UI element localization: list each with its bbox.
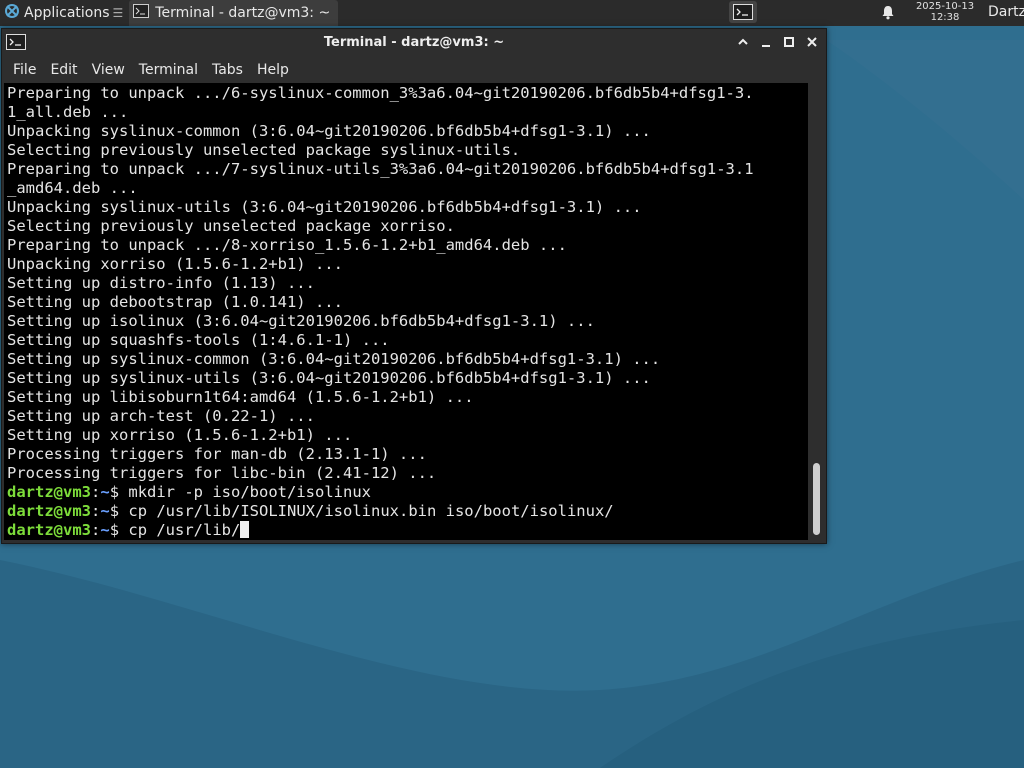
applications-menu-button[interactable]: Applications ☰ [0,0,127,26]
text-cursor [240,521,250,538]
user-menu[interactable]: Dartz [988,4,1024,20]
prompt-separator: : [91,502,101,520]
prompt-path: ~ [100,502,110,520]
applications-label: Applications [24,5,110,21]
menu-file[interactable]: File [6,62,43,78]
prompt-separator: : [91,521,101,539]
command-text: mkdir -p iso/boot/isolinux [128,483,371,501]
output-line: _amd64.deb ... [7,179,138,197]
output-line: Preparing to unpack .../6-syslinux-commo… [7,84,754,102]
output-line: Unpacking syslinux-utils (3:6.04~git2019… [7,198,642,216]
output-line: Setting up distro-info (1.13) ... [7,274,315,292]
menu-arrow-icon: ☰ [112,6,124,20]
shade-button[interactable] [735,34,751,50]
output-line: Setting up syslinux-utils (3:6.04~git201… [7,369,651,387]
top-panel: Applications ☰ Terminal - dartz@vm3: ~ 2… [0,0,1024,26]
terminal-icon [733,4,753,20]
output-line: Setting up arch-test (0.22-1) ... [7,407,315,425]
command-line: dartz@vm3:~$ cp /usr/lib/ISOLINUX/isolin… [4,502,808,521]
window-title: Terminal - dartz@vm3: ~ [323,35,505,50]
close-icon [807,37,817,47]
terminal-icon [133,4,150,22]
terminal-launcher-button[interactable] [729,1,757,23]
xfce-logo-icon [4,3,20,23]
minimize-button[interactable] [758,34,774,50]
output-line: Setting up syslinux-common (3:6.04~git20… [7,350,661,368]
command-line-active[interactable]: dartz@vm3:~$ cp /usr/lib/ [4,521,808,540]
menubar: File Edit View Terminal Tabs Help [2,56,826,84]
terminal-window: Terminal - dartz@vm3: ~ File Edit View T… [1,28,827,544]
clock-time: 12:38 [930,12,960,23]
prompt-symbol: $ [109,521,129,539]
prompt-separator: : [91,483,101,501]
command-line: dartz@vm3:~$ mkdir -p iso/boot/isolinux [4,483,808,502]
output-line: Processing triggers for libc-bin (2.41-1… [7,464,437,482]
command-text: cp /usr/lib/ISOLINUX/isolinux.bin iso/bo… [128,502,614,520]
notification-bell-icon[interactable] [880,4,896,24]
output-line: Setting up libisoburn1t64:amd64 (1.5.6-1… [7,388,474,406]
output-line: 1_all.deb ... [7,103,129,121]
prompt-symbol: $ [109,502,129,520]
prompt-path: ~ [100,483,110,501]
output-line: Setting up isolinux (3:6.04~git20190206.… [7,312,595,330]
output-line: Selecting previously unselected package … [7,141,521,159]
taskbar-item-title: Terminal - dartz@vm3: ~ [155,5,331,21]
output-line: Preparing to unpack .../8-xorriso_1.5.6-… [7,236,567,254]
terminal-output[interactable]: Preparing to unpack .../6-syslinux-commo… [4,83,808,540]
prompt-user: dartz@vm3 [7,502,91,520]
prompt-user: dartz@vm3 [7,521,91,539]
menu-edit[interactable]: Edit [43,62,84,78]
clock-date: 2025-10-13 [915,1,975,12]
scrollbar-thumb[interactable] [813,463,820,535]
scrollbar[interactable] [810,83,824,539]
window-titlebar[interactable]: Terminal - dartz@vm3: ~ [2,29,826,56]
output-line: Selecting previously unselected package … [7,217,455,235]
clock[interactable]: 2025-10-13 12:38 [908,1,982,23]
prompt-path: ~ [100,521,110,539]
output-line: Unpacking xorriso (1.5.6-1.2+b1) ... [7,255,343,273]
output-line: Setting up squashfs-tools (1:4.6.1-1) ..… [7,331,390,349]
taskbar-item-terminal[interactable]: Terminal - dartz@vm3: ~ [129,0,339,26]
menu-tabs[interactable]: Tabs [205,62,250,78]
prompt-user: dartz@vm3 [7,483,91,501]
prompt-symbol: $ [109,483,129,501]
menu-view[interactable]: View [85,62,132,78]
chevron-up-icon [738,38,748,45]
output-line: Setting up xorriso (1.5.6-1.2+b1) ... [7,426,353,444]
menu-help[interactable]: Help [250,62,296,78]
close-button[interactable] [804,34,820,50]
menu-terminal[interactable]: Terminal [132,62,205,78]
maximize-button[interactable] [781,34,797,50]
output-line: Processing triggers for man-db (2.13.1-1… [7,445,427,463]
output-line: Setting up debootstrap (1.0.141) ... [7,293,343,311]
command-input-text[interactable]: cp /usr/lib/ [128,521,240,539]
output-line: Preparing to unpack .../7-syslinux-utils… [7,160,754,178]
output-line: Unpacking syslinux-common (3:6.04~git201… [7,122,651,140]
maximize-icon [784,37,794,47]
minimize-icon [762,45,770,47]
